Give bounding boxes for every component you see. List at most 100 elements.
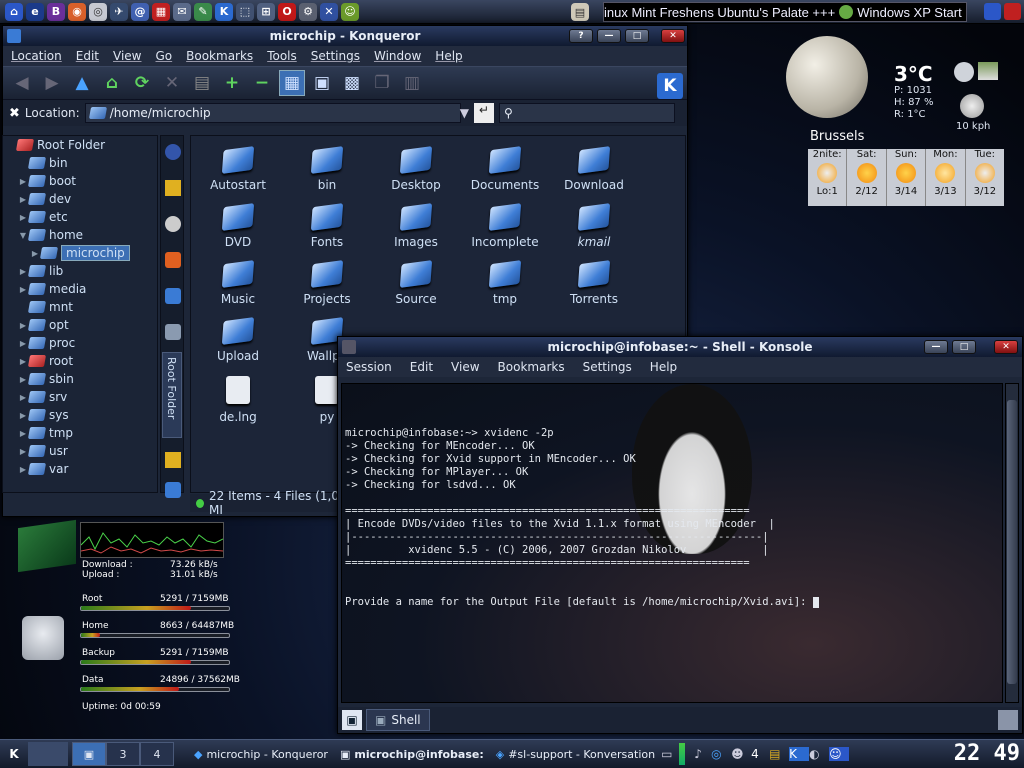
tree-item[interactable]: ▶ dev: [3, 190, 157, 208]
network-icon[interactable]: [165, 288, 181, 304]
tree-item[interactable]: ▶ proc: [3, 334, 157, 352]
desktop-3[interactable]: 3: [106, 742, 140, 766]
desktop-1[interactable]: ▣: [72, 742, 106, 766]
menu-edit[interactable]: Edit: [410, 360, 433, 374]
file-item[interactable]: Download: [551, 146, 637, 192]
expand-arrow-icon[interactable]: ▶: [17, 411, 29, 420]
file-item[interactable]: Autostart: [195, 146, 281, 192]
menu-bookmarks[interactable]: Bookmarks: [186, 49, 253, 63]
file-item[interactable]: Images: [373, 203, 459, 249]
tree-item[interactable]: ▶ usr: [3, 442, 157, 460]
tree-item[interactable]: ▶ srv: [3, 388, 157, 406]
file-item[interactable]: Source: [373, 260, 459, 306]
expand-arrow-icon[interactable]: ▶: [29, 249, 41, 258]
tree-item[interactable]: ▶ boot: [3, 172, 157, 190]
file-item[interactable]: Incomplete: [462, 203, 548, 249]
tree-item[interactable]: ▶ sbin: [3, 370, 157, 388]
new-session-icon[interactable]: ▣: [342, 710, 362, 730]
home-icon[interactable]: ⌂: [99, 70, 125, 96]
menu-session[interactable]: Session: [346, 360, 392, 374]
tree-view-icon[interactable]: ▣: [309, 70, 335, 96]
file-item[interactable]: de.lng: [195, 376, 281, 424]
file-item[interactable]: tmp: [462, 260, 548, 306]
network-icon[interactable]: ⊞: [257, 2, 275, 21]
settings-icon[interactable]: ⚙: [299, 2, 317, 21]
zoom-in-icon[interactable]: +: [219, 70, 245, 96]
go-icon[interactable]: ↵: [473, 103, 494, 123]
close-session-icon[interactable]: [998, 710, 1018, 730]
minimize-button[interactable]: —: [597, 29, 621, 43]
tree-item[interactable]: ▶ root: [3, 352, 157, 370]
calendar-icon[interactable]: ▦: [152, 2, 170, 21]
location-input[interactable]: /home/microchip: [84, 103, 461, 123]
task-konversation[interactable]: ◈ #sl-support - Konversation: [490, 742, 661, 766]
people-icon[interactable]: ☻: [731, 747, 751, 761]
help-button[interactable]: ?: [569, 29, 593, 43]
tree-item[interactable]: ▶ media: [3, 280, 157, 298]
screenshot-icon[interactable]: ⬚: [236, 2, 254, 21]
expand-arrow-icon[interactable]: ▶: [17, 213, 29, 222]
messenger-icon[interactable]: @: [131, 2, 149, 21]
wifi-icon[interactable]: ◐: [809, 747, 829, 761]
forward-icon[interactable]: ▶: [39, 70, 65, 96]
expand-arrow-icon[interactable]: ▶: [17, 429, 29, 438]
up-icon[interactable]: ▲: [69, 70, 95, 96]
kde-logo-icon[interactable]: K: [657, 73, 683, 99]
file-item[interactable]: bin: [284, 146, 370, 192]
expand-arrow-icon[interactable]: ▶: [17, 375, 29, 384]
kmenu-icon[interactable]: K: [0, 742, 28, 766]
location-dropdown-icon[interactable]: ▼: [460, 106, 469, 120]
maximize-button[interactable]: □: [952, 340, 976, 354]
preview-icon[interactable]: ▩: [339, 70, 365, 96]
globe-icon[interactable]: ◎: [89, 2, 107, 21]
kde-icon[interactable]: K: [215, 2, 233, 21]
file-item[interactable]: Desktop: [373, 146, 459, 192]
clipboard-icon[interactable]: ▤: [769, 747, 789, 761]
expand-arrow-icon[interactable]: ▶: [17, 177, 29, 186]
tab-shell[interactable]: ▣ Shell: [366, 709, 430, 731]
mail-icon[interactable]: ✉: [173, 2, 191, 21]
back-icon[interactable]: ◀: [9, 70, 35, 96]
menu-help[interactable]: Help: [650, 360, 677, 374]
print-icon[interactable]: ▤: [189, 70, 215, 96]
stop-icon[interactable]: ✕: [159, 70, 185, 96]
tree-item[interactable]: ▶ opt: [3, 316, 157, 334]
file-item[interactable]: Music: [195, 260, 281, 306]
file-item[interactable]: kmail: [551, 203, 637, 249]
star-icon[interactable]: [165, 452, 181, 468]
firefox-icon[interactable]: ◉: [68, 2, 86, 21]
tree-item[interactable]: ▶ microchip: [3, 244, 157, 262]
file-item[interactable]: Projects: [284, 260, 370, 306]
b-app-icon[interactable]: B: [47, 2, 65, 21]
file-item[interactable]: Fonts: [284, 203, 370, 249]
kde-update-icon[interactable]: K: [789, 747, 810, 761]
devices-icon[interactable]: [165, 324, 181, 340]
kopete-icon[interactable]: ☺: [829, 747, 850, 761]
expand-arrow-icon[interactable]: ▶: [17, 339, 29, 348]
menu-tools[interactable]: Tools: [267, 49, 297, 63]
plane-icon[interactable]: ✈: [110, 2, 128, 21]
expand-arrow-icon[interactable]: ▶: [17, 285, 29, 294]
menu-help[interactable]: Help: [435, 49, 462, 63]
menu-settings[interactable]: Settings: [311, 49, 360, 63]
expand-arrow-icon[interactable]: ▼: [17, 231, 29, 240]
desktop-4[interactable]: 4: [140, 742, 174, 766]
tree-item[interactable]: mnt: [3, 298, 157, 316]
zoom-out-icon[interactable]: −: [249, 70, 275, 96]
expand-arrow-icon[interactable]: ▶: [17, 393, 29, 402]
globe-icon[interactable]: ◎: [711, 747, 731, 761]
reload-icon[interactable]: ⟳: [129, 70, 155, 96]
services-icon[interactable]: [165, 482, 181, 498]
history-icon[interactable]: [165, 216, 181, 232]
tools-icon[interactable]: ✎: [194, 2, 212, 21]
tree-item[interactable]: ▶ var: [3, 460, 157, 478]
tree-item[interactable]: ▼ home: [3, 226, 157, 244]
tree-item[interactable]: Root Folder: [3, 136, 157, 154]
web-icon[interactable]: [165, 144, 181, 160]
konqueror-icon[interactable]: e: [26, 2, 44, 21]
task-konsole[interactable]: ▣ microchip@infobase:: [334, 742, 490, 766]
tree-item[interactable]: ▶ lib: [3, 262, 157, 280]
show-desktop-icon[interactable]: [28, 742, 68, 766]
menu-window[interactable]: Window: [374, 49, 421, 63]
menu-location[interactable]: Location: [11, 49, 62, 63]
